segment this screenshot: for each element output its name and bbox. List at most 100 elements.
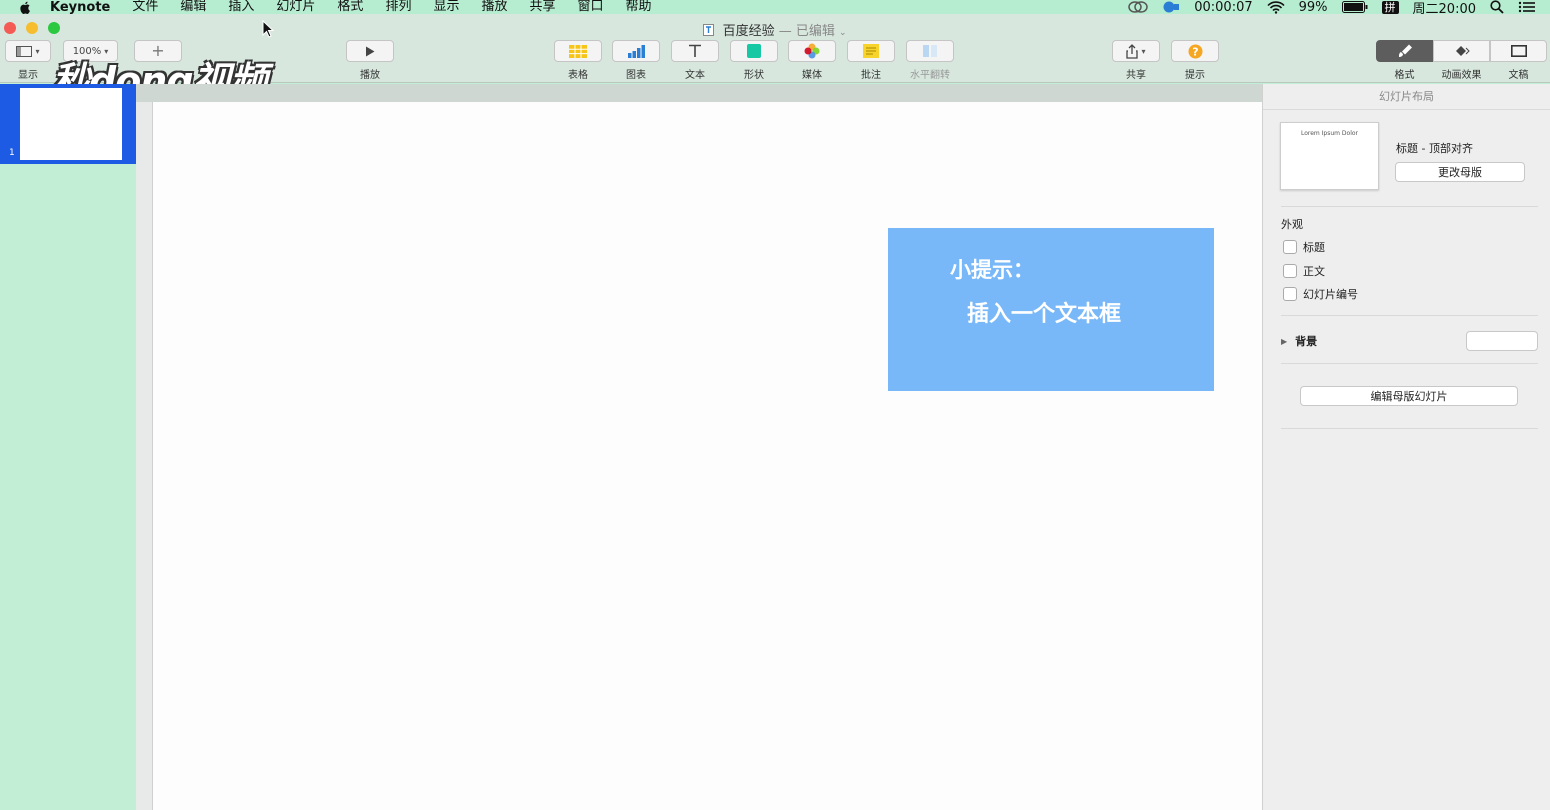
table-button[interactable]: 表格 <box>554 40 602 81</box>
flip-horizontal-icon <box>923 45 937 57</box>
play-button[interactable]: 播放 <box>346 40 394 81</box>
inspector-header: 幻灯片布局 <box>1263 84 1550 110</box>
title-checkbox[interactable] <box>1283 240 1297 254</box>
share-button[interactable]: ▾ 共享 <box>1112 40 1160 81</box>
screen-recorder-icon[interactable] <box>1162 1 1180 13</box>
media-label: 媒体 <box>802 70 822 81</box>
background-disclosure[interactable]: ▶ 背景 <box>1281 333 1317 349</box>
tips-label: 提示 <box>1185 70 1205 81</box>
view-button[interactable]: ▾ 显示 <box>5 40 51 81</box>
title-checkbox-row[interactable]: 标题 <box>1283 239 1325 255</box>
title-separator: — <box>778 24 792 39</box>
menu-insert[interactable]: 插入 <box>228 0 254 14</box>
menu-view[interactable]: 显示 <box>433 0 459 14</box>
disclosure-triangle-icon: ▶ <box>1281 336 1288 346</box>
background-fill-well[interactable] <box>1466 331 1538 351</box>
notification-center-icon[interactable] <box>1518 1 1536 13</box>
appearance-title: 外观 <box>1281 218 1303 231</box>
slide-thumbnail-selected[interactable]: 1 <box>0 84 136 164</box>
menu-arrange[interactable]: 排列 <box>385 0 411 14</box>
battery-icon[interactable] <box>1341 1 1368 13</box>
text-icon <box>689 44 701 57</box>
share-icon <box>1126 43 1139 59</box>
paintbrush-icon <box>1398 44 1412 57</box>
chevron-down-icon: ⌄ <box>839 28 847 38</box>
menu-share[interactable]: 共享 <box>529 0 555 14</box>
input-method-label: 拼 <box>1384 0 1396 14</box>
svg-text:?: ? <box>1192 45 1198 58</box>
text-button[interactable]: 文本 <box>671 40 719 81</box>
edit-master-slide-button[interactable]: 编辑母版幻灯片 <box>1300 386 1518 406</box>
body-checkbox-row[interactable]: 正文 <box>1283 263 1325 279</box>
apple-icon[interactable] <box>16 1 34 14</box>
play-icon <box>366 46 375 56</box>
battery-percent: 99% <box>1298 0 1328 15</box>
slide-number: 1 <box>9 148 15 158</box>
table-label: 表格 <box>568 70 588 81</box>
canvas-top-bar <box>136 84 1262 102</box>
tab-animate-label: 动画效果 <box>1441 70 1482 81</box>
slide-navigator: 1 <box>0 84 136 810</box>
menu-play[interactable]: 播放 <box>481 0 507 14</box>
keynote-document-icon <box>703 24 715 36</box>
slide-thumbnail[interactable] <box>20 88 122 160</box>
mouse-cursor-icon <box>262 20 274 38</box>
format-inspector: 幻灯片布局 Lorem Ipsum Dolor 标题 - 顶部对齐 更改母版 外… <box>1262 84 1550 810</box>
media-photos-icon <box>804 43 820 59</box>
chevron-down-icon: ▾ <box>35 46 40 56</box>
layout-name: 标题 - 顶部对齐 <box>1396 142 1473 155</box>
comment-button[interactable]: 批注 <box>847 40 895 81</box>
slide-number-checkbox[interactable] <box>1283 287 1297 301</box>
tab-document[interactable]: 文稿 <box>1490 40 1547 81</box>
tip-text-box[interactable]: 小提示： 插入一个文本框 <box>888 228 1214 391</box>
chart-button[interactable]: 图表 <box>612 40 660 81</box>
menu-edit[interactable]: 编辑 <box>180 0 206 14</box>
document-icon <box>1510 45 1527 57</box>
document-title[interactable]: 百度经验 — 已编辑 ⌄ <box>0 20 1550 39</box>
master-layout-preview[interactable]: Lorem Ipsum Dolor <box>1280 122 1379 190</box>
tips-icon: ? <box>1188 44 1202 58</box>
wifi-icon[interactable] <box>1267 0 1285 14</box>
flip-horizontal-button[interactable]: 水平翻转 <box>906 40 954 81</box>
tab-format[interactable]: 格式 <box>1376 40 1433 81</box>
shape-button[interactable]: 形状 <box>730 40 778 81</box>
menu-format[interactable]: 格式 <box>337 0 363 14</box>
body-checkbox[interactable] <box>1283 264 1297 278</box>
shape-label: 形状 <box>744 70 764 81</box>
input-method-icon[interactable]: 拼 <box>1381 0 1399 14</box>
text-label: 文本 <box>685 70 705 81</box>
divider <box>1281 206 1538 207</box>
tip-body: 插入一个文本框 <box>967 302 1122 327</box>
tab-document-label: 文稿 <box>1508 70 1529 81</box>
recording-time: 00:00:07 <box>1194 0 1253 15</box>
divider <box>1281 428 1538 429</box>
window-title-bar: 百度经验 — 已编辑 ⌄ <box>0 14 1550 40</box>
title-checkbox-label: 标题 <box>1303 241 1325 254</box>
document-status: 已编辑 <box>795 24 835 39</box>
body-checkbox-label: 正文 <box>1303 265 1325 278</box>
table-icon <box>569 44 587 58</box>
chart-label: 图表 <box>626 70 646 81</box>
background-label: 背景 <box>1295 335 1318 348</box>
menu-help[interactable]: 帮助 <box>626 0 652 14</box>
menu-slide[interactable]: 幻灯片 <box>276 0 315 14</box>
menu-file[interactable]: 文件 <box>132 0 158 14</box>
play-label: 播放 <box>360 70 380 81</box>
shape-icon <box>747 44 761 58</box>
tab-format-label: 格式 <box>1394 70 1415 81</box>
slide-canvas[interactable]: 小提示： 插入一个文本框 <box>152 102 1262 810</box>
tips-button[interactable]: ? 提示 <box>1171 40 1219 81</box>
divider <box>1281 315 1538 316</box>
tip-title: 小提示： <box>950 258 1034 282</box>
spotlight-search-icon[interactable] <box>1490 0 1504 14</box>
chart-icon <box>628 44 645 58</box>
change-master-button[interactable]: 更改母版 <box>1395 162 1525 182</box>
chevron-down-icon: ▾ <box>1141 46 1146 56</box>
tab-animate[interactable]: 动画效果 <box>1433 40 1490 81</box>
media-button[interactable]: 媒体 <box>788 40 836 81</box>
app-menu-keynote[interactable]: Keynote <box>50 0 110 15</box>
slide-number-checkbox-row[interactable]: 幻灯片编号 <box>1283 286 1358 302</box>
creative-cloud-icon[interactable] <box>1128 1 1148 13</box>
slide-number-checkbox-label: 幻灯片编号 <box>1303 288 1358 301</box>
menu-window[interactable]: 窗口 <box>578 0 604 14</box>
